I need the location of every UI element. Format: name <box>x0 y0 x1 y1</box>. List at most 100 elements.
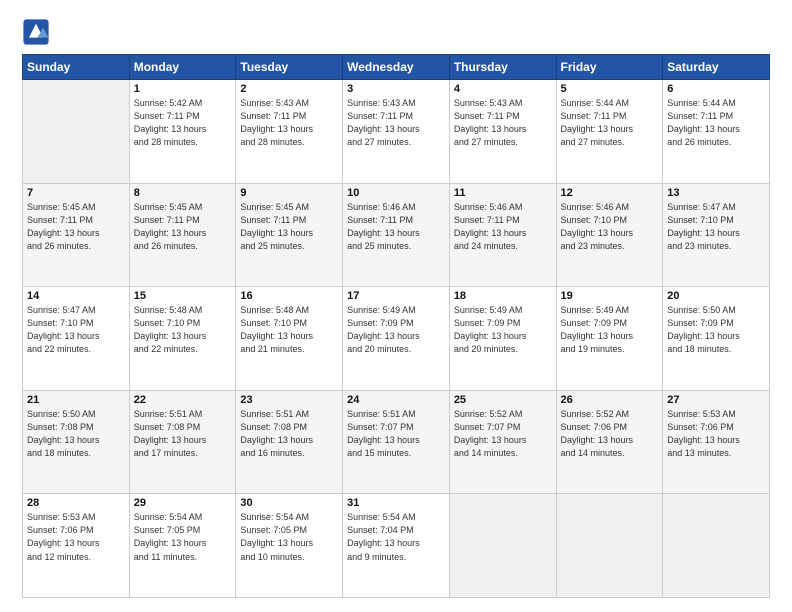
day-cell: 13 Sunrise: 5:47 AM Sunset: 7:10 PM Dayli… <box>663 183 770 287</box>
day-info: Sunrise: 5:45 AM Sunset: 7:11 PM Dayligh… <box>27 201 125 253</box>
day-info: Sunrise: 5:53 AM Sunset: 7:06 PM Dayligh… <box>667 408 765 460</box>
week-row-4: 21 Sunrise: 5:50 AM Sunset: 7:08 PM Dayli… <box>23 390 770 494</box>
day-cell <box>23 80 130 184</box>
day-cell: 31 Sunrise: 5:54 AM Sunset: 7:04 PM Dayli… <box>343 494 450 598</box>
day-cell: 5Sunrise: 5:44 AM Sunset: 7:11 PM Daylig… <box>556 80 663 184</box>
day-info: Sunrise: 5:43 AM Sunset: 7:11 PM Dayligh… <box>240 97 338 149</box>
col-header-friday: Friday <box>556 55 663 80</box>
day-cell: 11 Sunrise: 5:46 AM Sunset: 7:11 PM Dayli… <box>449 183 556 287</box>
day-number: 31 <box>347 497 445 509</box>
day-number: 25 <box>454 394 552 406</box>
day-cell: 7 Sunrise: 5:45 AM Sunset: 7:11 PM Daylig… <box>23 183 130 287</box>
day-cell: 27Sunrise: 5:53 AM Sunset: 7:06 PM Dayli… <box>663 390 770 494</box>
day-info: Sunrise: 5:54 AM Sunset: 7:05 PM Dayligh… <box>240 511 338 563</box>
day-cell: 23 Sunrise: 5:51 AM Sunset: 7:08 PM Dayli… <box>236 390 343 494</box>
day-cell <box>449 494 556 598</box>
day-number: 28 <box>27 497 125 509</box>
day-info: Sunrise: 5:51 AM Sunset: 7:08 PM Dayligh… <box>134 408 232 460</box>
calendar-body: 1Sunrise: 5:42 AM Sunset: 7:11 PM Daylig… <box>23 80 770 598</box>
day-number: 10 <box>347 187 445 199</box>
header-row: SundayMondayTuesdayWednesdayThursdayFrid… <box>23 55 770 80</box>
day-number: 22 <box>134 394 232 406</box>
day-number: 23 <box>240 394 338 406</box>
day-number: 24 <box>347 394 445 406</box>
logo <box>22 18 54 46</box>
logo-icon <box>22 18 50 46</box>
day-info: Sunrise: 5:51 AM Sunset: 7:07 PM Dayligh… <box>347 408 445 460</box>
day-cell: 10 Sunrise: 5:46 AM Sunset: 7:11 PM Dayli… <box>343 183 450 287</box>
page: SundayMondayTuesdayWednesdayThursdayFrid… <box>0 0 792 612</box>
day-number: 13 <box>667 187 765 199</box>
day-info: Sunrise: 5:54 AM Sunset: 7:04 PM Dayligh… <box>347 511 445 563</box>
day-info: Sunrise: 5:46 AM Sunset: 7:10 PM Dayligh… <box>561 201 659 253</box>
day-cell: 28 Sunrise: 5:53 AM Sunset: 7:06 PM Dayli… <box>23 494 130 598</box>
col-header-thursday: Thursday <box>449 55 556 80</box>
day-info: Sunrise: 5:43 AM Sunset: 7:11 PM Dayligh… <box>454 97 552 149</box>
day-number: 17 <box>347 290 445 302</box>
day-info: Sunrise: 5:45 AM Sunset: 7:11 PM Dayligh… <box>134 201 232 253</box>
day-cell: 12 Sunrise: 5:46 AM Sunset: 7:10 PM Dayli… <box>556 183 663 287</box>
day-number: 11 <box>454 187 552 199</box>
day-number: 19 <box>561 290 659 302</box>
day-cell: 29Sunrise: 5:54 AM Sunset: 7:05 PM Dayli… <box>129 494 236 598</box>
week-row-1: 1Sunrise: 5:42 AM Sunset: 7:11 PM Daylig… <box>23 80 770 184</box>
day-number: 5 <box>561 83 659 95</box>
day-number: 9 <box>240 187 338 199</box>
day-cell: 4 Sunrise: 5:43 AM Sunset: 7:11 PM Daylig… <box>449 80 556 184</box>
day-info: Sunrise: 5:48 AM Sunset: 7:10 PM Dayligh… <box>240 304 338 356</box>
day-info: Sunrise: 5:49 AM Sunset: 7:09 PM Dayligh… <box>454 304 552 356</box>
day-cell <box>663 494 770 598</box>
day-info: Sunrise: 5:48 AM Sunset: 7:10 PM Dayligh… <box>134 304 232 356</box>
day-info: Sunrise: 5:47 AM Sunset: 7:10 PM Dayligh… <box>667 201 765 253</box>
day-info: Sunrise: 5:54 AM Sunset: 7:05 PM Dayligh… <box>134 511 232 563</box>
week-row-5: 28 Sunrise: 5:53 AM Sunset: 7:06 PM Dayli… <box>23 494 770 598</box>
col-header-wednesday: Wednesday <box>343 55 450 80</box>
calendar-table: SundayMondayTuesdayWednesdayThursdayFrid… <box>22 54 770 598</box>
week-row-2: 7 Sunrise: 5:45 AM Sunset: 7:11 PM Daylig… <box>23 183 770 287</box>
day-number: 12 <box>561 187 659 199</box>
day-cell: 22 Sunrise: 5:51 AM Sunset: 7:08 PM Dayli… <box>129 390 236 494</box>
day-info: Sunrise: 5:50 AM Sunset: 7:08 PM Dayligh… <box>27 408 125 460</box>
day-cell: 30 Sunrise: 5:54 AM Sunset: 7:05 PM Dayli… <box>236 494 343 598</box>
day-cell: 21 Sunrise: 5:50 AM Sunset: 7:08 PM Dayli… <box>23 390 130 494</box>
day-cell: 9Sunrise: 5:45 AM Sunset: 7:11 PM Daylig… <box>236 183 343 287</box>
day-number: 4 <box>454 83 552 95</box>
day-number: 18 <box>454 290 552 302</box>
day-number: 20 <box>667 290 765 302</box>
day-number: 26 <box>561 394 659 406</box>
day-cell: 2 Sunrise: 5:43 AM Sunset: 7:11 PM Daylig… <box>236 80 343 184</box>
day-number: 6 <box>667 83 765 95</box>
calendar-header: SundayMondayTuesdayWednesdayThursdayFrid… <box>23 55 770 80</box>
col-header-sunday: Sunday <box>23 55 130 80</box>
day-cell: 17 Sunrise: 5:49 AM Sunset: 7:09 PM Dayli… <box>343 287 450 391</box>
day-info: Sunrise: 5:52 AM Sunset: 7:06 PM Dayligh… <box>561 408 659 460</box>
day-cell: 6 Sunrise: 5:44 AM Sunset: 7:11 PM Daylig… <box>663 80 770 184</box>
day-info: Sunrise: 5:53 AM Sunset: 7:06 PM Dayligh… <box>27 511 125 563</box>
day-info: Sunrise: 5:46 AM Sunset: 7:11 PM Dayligh… <box>347 201 445 253</box>
day-info: Sunrise: 5:43 AM Sunset: 7:11 PM Dayligh… <box>347 97 445 149</box>
col-header-saturday: Saturday <box>663 55 770 80</box>
day-info: Sunrise: 5:51 AM Sunset: 7:08 PM Dayligh… <box>240 408 338 460</box>
day-number: 21 <box>27 394 125 406</box>
day-info: Sunrise: 5:49 AM Sunset: 7:09 PM Dayligh… <box>347 304 445 356</box>
day-cell: 1Sunrise: 5:42 AM Sunset: 7:11 PM Daylig… <box>129 80 236 184</box>
day-cell: 20 Sunrise: 5:50 AM Sunset: 7:09 PM Dayli… <box>663 287 770 391</box>
day-info: Sunrise: 5:52 AM Sunset: 7:07 PM Dayligh… <box>454 408 552 460</box>
week-row-3: 14Sunrise: 5:47 AM Sunset: 7:10 PM Dayli… <box>23 287 770 391</box>
day-cell: 26 Sunrise: 5:52 AM Sunset: 7:06 PM Dayli… <box>556 390 663 494</box>
col-header-tuesday: Tuesday <box>236 55 343 80</box>
day-cell: 25 Sunrise: 5:52 AM Sunset: 7:07 PM Dayli… <box>449 390 556 494</box>
day-cell: 18 Sunrise: 5:49 AM Sunset: 7:09 PM Dayli… <box>449 287 556 391</box>
col-header-monday: Monday <box>129 55 236 80</box>
day-cell: 3Sunrise: 5:43 AM Sunset: 7:11 PM Daylig… <box>343 80 450 184</box>
day-info: Sunrise: 5:50 AM Sunset: 7:09 PM Dayligh… <box>667 304 765 356</box>
day-cell: 15 Sunrise: 5:48 AM Sunset: 7:10 PM Dayli… <box>129 287 236 391</box>
day-number: 7 <box>27 187 125 199</box>
day-number: 30 <box>240 497 338 509</box>
day-info: Sunrise: 5:44 AM Sunset: 7:11 PM Dayligh… <box>667 97 765 149</box>
day-number: 15 <box>134 290 232 302</box>
day-info: Sunrise: 5:46 AM Sunset: 7:11 PM Dayligh… <box>454 201 552 253</box>
day-number: 2 <box>240 83 338 95</box>
day-cell: 8Sunrise: 5:45 AM Sunset: 7:11 PM Daylig… <box>129 183 236 287</box>
day-cell: 16Sunrise: 5:48 AM Sunset: 7:10 PM Dayli… <box>236 287 343 391</box>
